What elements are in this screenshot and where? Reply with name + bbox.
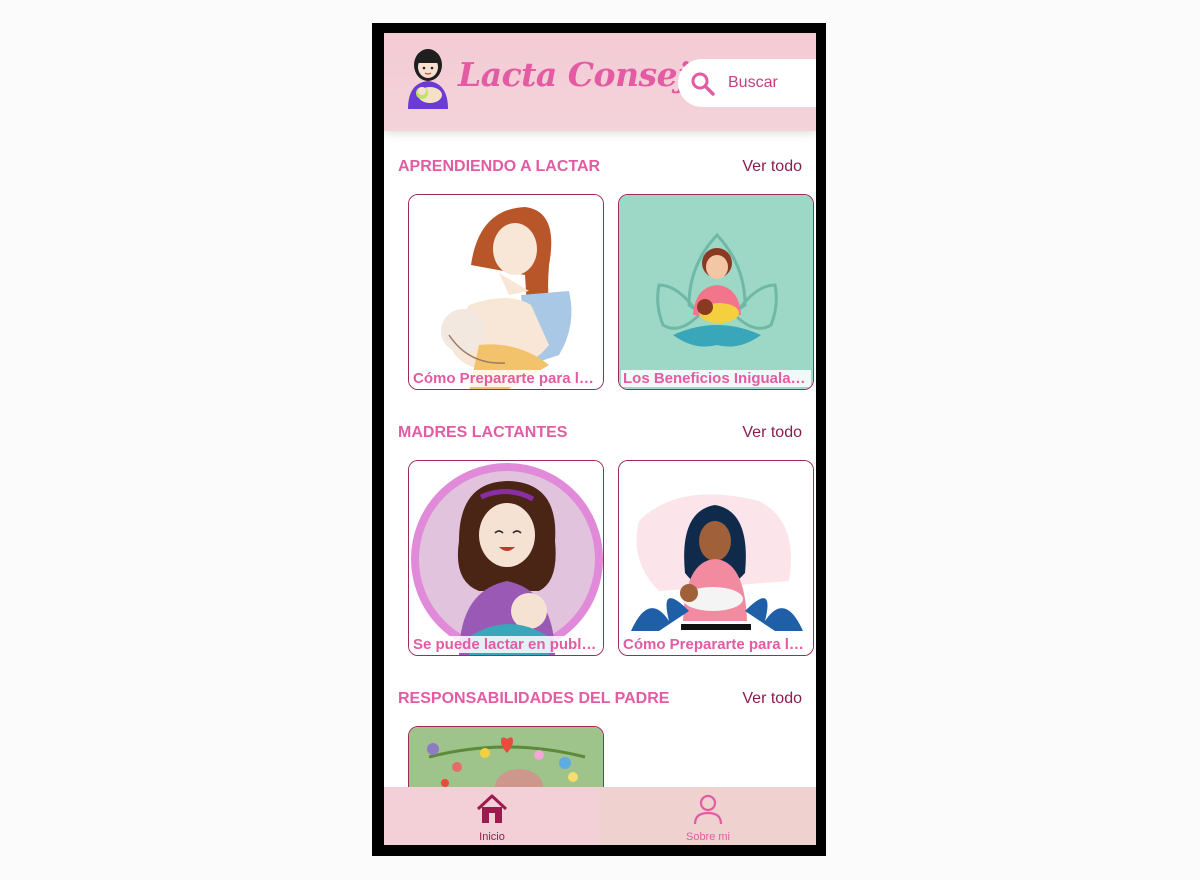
main-content: APRENDIENDO A LACTAR Ver todo Cómo Prepa… bbox=[384, 131, 816, 787]
search-box[interactable] bbox=[678, 59, 816, 107]
section-title: APRENDIENDO A LACTAR bbox=[398, 158, 601, 175]
mother-leaves-illustration-icon bbox=[619, 461, 813, 655]
mother-logo-icon bbox=[408, 49, 448, 109]
nav-home-label: Inicio bbox=[479, 831, 505, 843]
article-card[interactable] bbox=[408, 726, 604, 787]
app-screen: Lacta Consejos APRENDIENDO A LACTAR Ver … bbox=[384, 33, 816, 845]
article-card[interactable]: Cómo Prepararte para la Lactancia bbox=[408, 194, 604, 390]
see-all-link[interactable]: Ver todo bbox=[742, 158, 802, 176]
see-all-link[interactable]: Ver todo bbox=[742, 424, 802, 442]
home-icon[interactable] bbox=[476, 793, 508, 825]
section-title: RESPONSABILIDADES DEL PADRE bbox=[398, 690, 670, 707]
card-title: Cómo Prepararte para la Lactancia bbox=[621, 636, 811, 653]
article-card[interactable]: Los Beneficios Inigualables de la Lactan… bbox=[618, 194, 814, 390]
mother-circle-illustration-icon bbox=[409, 461, 603, 655]
app-header: Lacta Consejos bbox=[384, 33, 816, 131]
person-icon[interactable] bbox=[692, 793, 724, 825]
nav-about-label: Sobre mi bbox=[685, 831, 731, 843]
article-card[interactable]: Se puede lactar en publico bbox=[408, 460, 604, 656]
search-icon[interactable] bbox=[690, 71, 716, 97]
see-all-link[interactable]: Ver todo bbox=[742, 690, 802, 708]
article-card[interactable]: Cómo Prepararte para la Lactancia bbox=[618, 460, 814, 656]
card-title: Los Beneficios Inigualables de la Lactan… bbox=[621, 370, 811, 387]
nav-about[interactable]: Sobre mi bbox=[600, 787, 816, 845]
breastfeeding-illustration-icon bbox=[409, 195, 603, 389]
section-title: MADRES LACTANTES bbox=[398, 424, 568, 441]
family-flowers-illustration-icon bbox=[409, 727, 603, 787]
lotus-mother-illustration-icon bbox=[619, 195, 813, 389]
bottom-navigation: Inicio Sobre mi bbox=[384, 787, 816, 845]
card-title: Se puede lactar en publico bbox=[411, 636, 601, 653]
search-input[interactable] bbox=[728, 69, 816, 97]
card-title: Cómo Prepararte para la Lactancia bbox=[411, 370, 601, 387]
nav-home[interactable]: Inicio bbox=[384, 787, 600, 845]
device-frame: Lacta Consejos APRENDIENDO A LACTAR Ver … bbox=[372, 23, 826, 856]
